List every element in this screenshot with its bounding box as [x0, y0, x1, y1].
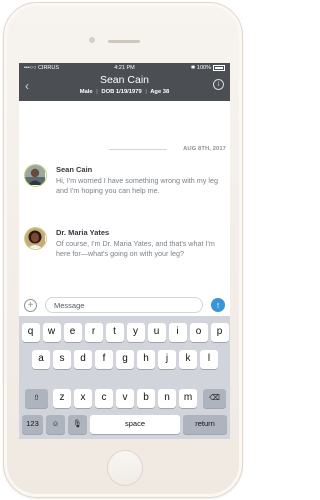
key-j[interactable]: j	[158, 350, 176, 369]
status-bar: •••○○ CIRRUS 4:21 PM ✱ 100%	[19, 64, 230, 73]
conversation-header: •••○○ CIRRUS 4:21 PM ✱ 100% ‹ Sean Cain …	[19, 63, 230, 101]
message-sender: Dr. Maria Yates	[56, 228, 110, 237]
key-y[interactable]: y	[126, 323, 145, 342]
key-t[interactable]: t	[105, 323, 124, 342]
plus-circle-icon[interactable]: +	[24, 299, 37, 312]
app-screen: •••○○ CIRRUS 4:21 PM ✱ 100% ‹ Sean Cain …	[19, 63, 230, 439]
key-i[interactable]: i	[168, 323, 187, 342]
key-q[interactable]: q	[21, 323, 40, 342]
divider-line	[109, 149, 167, 150]
key-p[interactable]: p	[210, 323, 229, 342]
front-camera	[89, 37, 95, 43]
separator: |	[145, 89, 147, 95]
key-u[interactable]: u	[147, 323, 166, 342]
thread-date: AUG 8TH, 2017	[183, 146, 226, 152]
delete-key[interactable]: ⌫	[203, 389, 226, 408]
arrow-up-icon[interactable]: ↑	[211, 298, 225, 312]
key-b[interactable]: b	[137, 389, 155, 408]
shift-key[interactable]: ⇧	[25, 389, 48, 408]
separator: |	[96, 89, 98, 95]
key-k[interactable]: k	[179, 350, 197, 369]
key-c[interactable]: c	[95, 389, 113, 408]
key-w[interactable]: w	[42, 323, 61, 342]
page-title: Sean Cain	[99, 74, 150, 86]
message-input[interactable]	[45, 297, 203, 313]
patient-dob: DOB 1/19/1979	[101, 89, 142, 95]
patient-age: Age 38	[150, 89, 170, 95]
home-button[interactable]	[107, 450, 143, 486]
key-a[interactable]: a	[32, 350, 50, 369]
key-r[interactable]: r	[84, 323, 103, 342]
message-text: Hi, I'm worried I have something wrong w…	[56, 176, 218, 196]
key-x[interactable]: x	[74, 389, 92, 408]
earpiece-speaker	[108, 40, 140, 43]
key-m[interactable]: m	[179, 389, 197, 408]
message-sender: Sean Cain	[56, 165, 93, 174]
numbers-key[interactable]: 123	[22, 415, 43, 434]
message-text: Of course, I'm Dr. Maria Yates, and that…	[56, 239, 215, 259]
patient-gender: Male	[79, 89, 93, 95]
avatar[interactable]	[24, 227, 47, 250]
doctor-photo	[25, 228, 45, 248]
key-d[interactable]: d	[74, 350, 92, 369]
emoji-icon[interactable]: ☺	[46, 415, 65, 434]
key-n[interactable]: n	[158, 389, 176, 408]
key-o[interactable]: o	[189, 323, 208, 342]
keyboard: ⇧ ⌫ 123 ☺ 🎙 space return qwertyuiop asdfg…	[19, 316, 230, 439]
key-v[interactable]: v	[116, 389, 134, 408]
key-f[interactable]: f	[95, 350, 113, 369]
date-divider: AUG 8TH, 2017	[19, 145, 230, 153]
avatar[interactable]	[24, 164, 47, 187]
battery-indicator: ✱ 100%	[191, 64, 225, 73]
return-key[interactable]: return	[183, 415, 227, 434]
patient-details: Male | DOB 1/19/1979 | Age 38	[19, 88, 230, 96]
info-icon[interactable]: i	[213, 79, 224, 90]
message-composer: + ↑	[19, 294, 230, 316]
key-l[interactable]: l	[200, 350, 218, 369]
battery-percent: 100%	[196, 65, 211, 71]
space-key[interactable]: space	[90, 415, 180, 434]
battery-icon	[213, 64, 225, 71]
key-h[interactable]: h	[137, 350, 155, 369]
key-z[interactable]: z	[53, 389, 71, 408]
key-g[interactable]: g	[116, 350, 134, 369]
patient-photo	[25, 165, 45, 185]
microphone-icon[interactable]: 🎙	[68, 415, 87, 434]
key-s[interactable]: s	[53, 350, 71, 369]
key-e[interactable]: e	[63, 323, 82, 342]
